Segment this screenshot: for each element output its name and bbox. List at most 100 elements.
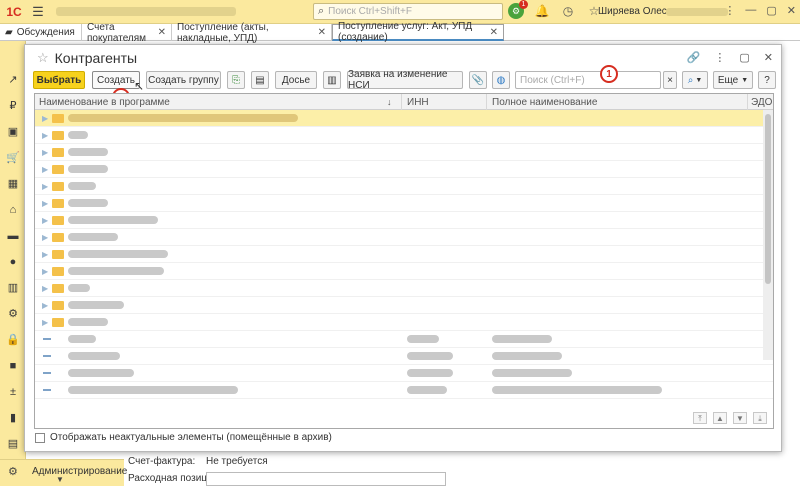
tab-service-receipt[interactable]: Поступление услуг: Акт, УПД (создание) ✕: [332, 21, 504, 43]
table-row[interactable]: ▶: [35, 263, 773, 280]
close-icon[interactable]: ✕: [787, 4, 796, 17]
copy-icon[interactable]: ⎘: [227, 71, 245, 89]
maximize-icon[interactable]: ▢: [766, 4, 776, 17]
clear-search-icon[interactable]: ×: [663, 71, 677, 89]
sidebar-lock-icon[interactable]: 🔒: [6, 333, 20, 347]
sidebar-book-icon[interactable]: ▤: [6, 437, 20, 451]
table-row[interactable]: ▶: [35, 212, 773, 229]
close-icon[interactable]: ✕: [158, 27, 166, 38]
sidebar-trend-icon[interactable]: ↗: [6, 73, 20, 87]
tab-invoices[interactable]: Счета покупателям ✕: [82, 22, 172, 44]
column-header-edo[interactable]: ЭДО: [751, 97, 772, 108]
vertical-scrollbar[interactable]: [763, 110, 773, 360]
column-header-inn[interactable]: ИНН: [407, 97, 429, 108]
more-icon[interactable]: ⋮: [714, 51, 725, 64]
sidebar-chart-icon[interactable]: ▮: [6, 411, 20, 425]
column-header-name[interactable]: Наименование в программе: [39, 97, 170, 108]
table-row[interactable]: ▶: [35, 110, 773, 127]
table-row[interactable]: ▶: [35, 246, 773, 263]
more-button[interactable]: Еще ▼: [713, 71, 753, 89]
scroll-down-icon[interactable]: ▼: [733, 412, 747, 424]
sidebar-bank-icon[interactable]: ▣: [6, 125, 20, 139]
more-icon[interactable]: ⋮: [724, 4, 735, 17]
expand-icon[interactable]: ▶: [42, 131, 48, 140]
expand-icon[interactable]: ▶: [42, 199, 48, 208]
sort-down-icon[interactable]: ↓: [387, 97, 392, 107]
column-header-full-name[interactable]: Полное наименование: [492, 97, 597, 108]
sidebar-cart-settings-icon[interactable]: ⚙: [6, 307, 20, 321]
sidebar-money-icon[interactable]: ₽: [6, 99, 20, 113]
history-icon[interactable]: ◷: [560, 3, 576, 19]
expand-icon[interactable]: ▶: [42, 114, 48, 123]
sidebar-debit-credit-icon[interactable]: ±: [6, 385, 20, 399]
globe-icon[interactable]: ◍: [492, 71, 510, 89]
table-row[interactable]: ▶: [35, 314, 773, 331]
list-icon[interactable]: ▤: [251, 71, 269, 89]
dossier-button[interactable]: Досье: [275, 71, 317, 89]
sidebar-item-admin[interactable]: ⚙ Администрирование ▼: [0, 459, 127, 486]
scrollbar-thumb[interactable]: [765, 114, 771, 284]
expand-icon[interactable]: ▶: [42, 267, 48, 276]
close-icon[interactable]: ✕: [490, 27, 498, 38]
expand-icon[interactable]: ▶: [42, 182, 48, 191]
expand-icon[interactable]: ▶: [42, 233, 48, 242]
table-row[interactable]: [35, 382, 773, 399]
bell-icon[interactable]: 🔔: [534, 3, 550, 19]
table-row[interactable]: [35, 331, 773, 348]
nsi-request-button[interactable]: Заявка на изменение НСИ: [347, 69, 463, 91]
favorite-star-icon[interactable]: ☆: [37, 50, 49, 66]
archive-checkbox-row[interactable]: Отображать неактуальные элементы (помещё…: [35, 432, 332, 443]
maximize-icon[interactable]: ▢: [739, 51, 749, 64]
invoice-value[interactable]: Не требуется: [206, 456, 268, 467]
notifications-icon[interactable]: ⚙ 1: [508, 0, 528, 19]
sidebar-building-icon[interactable]: ▥: [6, 281, 20, 295]
expand-icon[interactable]: ▶: [42, 165, 48, 174]
sidebar-cart-icon[interactable]: 🛒: [6, 151, 20, 165]
expand-icon[interactable]: ▶: [42, 318, 48, 327]
table-row[interactable]: ▶: [35, 127, 773, 144]
user-name[interactable]: Ширяева Олеся: [598, 6, 672, 17]
table-row[interactable]: ▶: [35, 280, 773, 297]
table-row[interactable]: ▶: [35, 195, 773, 212]
expand-icon[interactable]: ▶: [42, 301, 48, 310]
global-search-input[interactable]: ⌕ Поиск Ctrl+Shift+F: [313, 3, 503, 20]
close-icon[interactable]: ✕: [764, 51, 773, 64]
scroll-last-icon[interactable]: ⤓: [753, 412, 767, 424]
expand-icon[interactable]: ▶: [42, 250, 48, 259]
sidebar-bag-icon[interactable]: ■: [6, 359, 20, 373]
table-row[interactable]: ▶: [35, 178, 773, 195]
search-options-button[interactable]: ⌕ ▼: [682, 71, 708, 89]
close-icon[interactable]: ✕: [318, 27, 326, 38]
sidebar-factory-icon[interactable]: ⌂: [6, 203, 20, 217]
help-button[interactable]: ?: [758, 71, 776, 89]
menu-icon[interactable]: ☰: [28, 4, 48, 20]
create-group-button[interactable]: Создать группу: [146, 71, 221, 89]
expand-icon[interactable]: ▶: [42, 284, 48, 293]
sidebar-grid-icon[interactable]: ▦: [6, 177, 20, 191]
report-icon[interactable]: ▥: [323, 71, 341, 89]
table-row[interactable]: [35, 365, 773, 382]
expand-icon[interactable]: ▶: [42, 148, 48, 157]
tab-receipts[interactable]: Поступление (акты, накладные, УПД) ✕: [172, 22, 332, 44]
table-row[interactable]: ▶: [35, 161, 773, 178]
tab-discussions[interactable]: ▰ Обсуждения: [0, 24, 82, 41]
table-row[interactable]: ▶: [35, 229, 773, 246]
scroll-up-icon[interactable]: ▲: [713, 412, 727, 424]
scroll-first-icon[interactable]: ⤒: [693, 412, 707, 424]
minimize-icon[interactable]: —: [745, 4, 756, 17]
sidebar-truck-icon[interactable]: ▬: [6, 229, 20, 243]
link-icon[interactable]: 🔗: [687, 51, 701, 64]
attachment-icon[interactable]: 📎: [469, 71, 487, 89]
sidebar-person-icon[interactable]: ●: [6, 255, 20, 269]
table-row[interactable]: ▶: [35, 297, 773, 314]
archive-checkbox[interactable]: [35, 432, 45, 443]
expand-icon[interactable]: ▶: [42, 216, 48, 225]
blurred-name-cell: [68, 131, 88, 139]
select-button[interactable]: Выбрать: [33, 71, 85, 89]
create-button[interactable]: Создать: [92, 71, 140, 89]
table-row[interactable]: [35, 348, 773, 365]
expense-field[interactable]: [206, 472, 446, 486]
table-row[interactable]: ▶: [35, 144, 773, 161]
list-search-input[interactable]: Поиск (Ctrl+F): [515, 71, 661, 89]
counterparties-table[interactable]: Наименование в программе ↓ ИНН Полное на…: [34, 93, 774, 429]
